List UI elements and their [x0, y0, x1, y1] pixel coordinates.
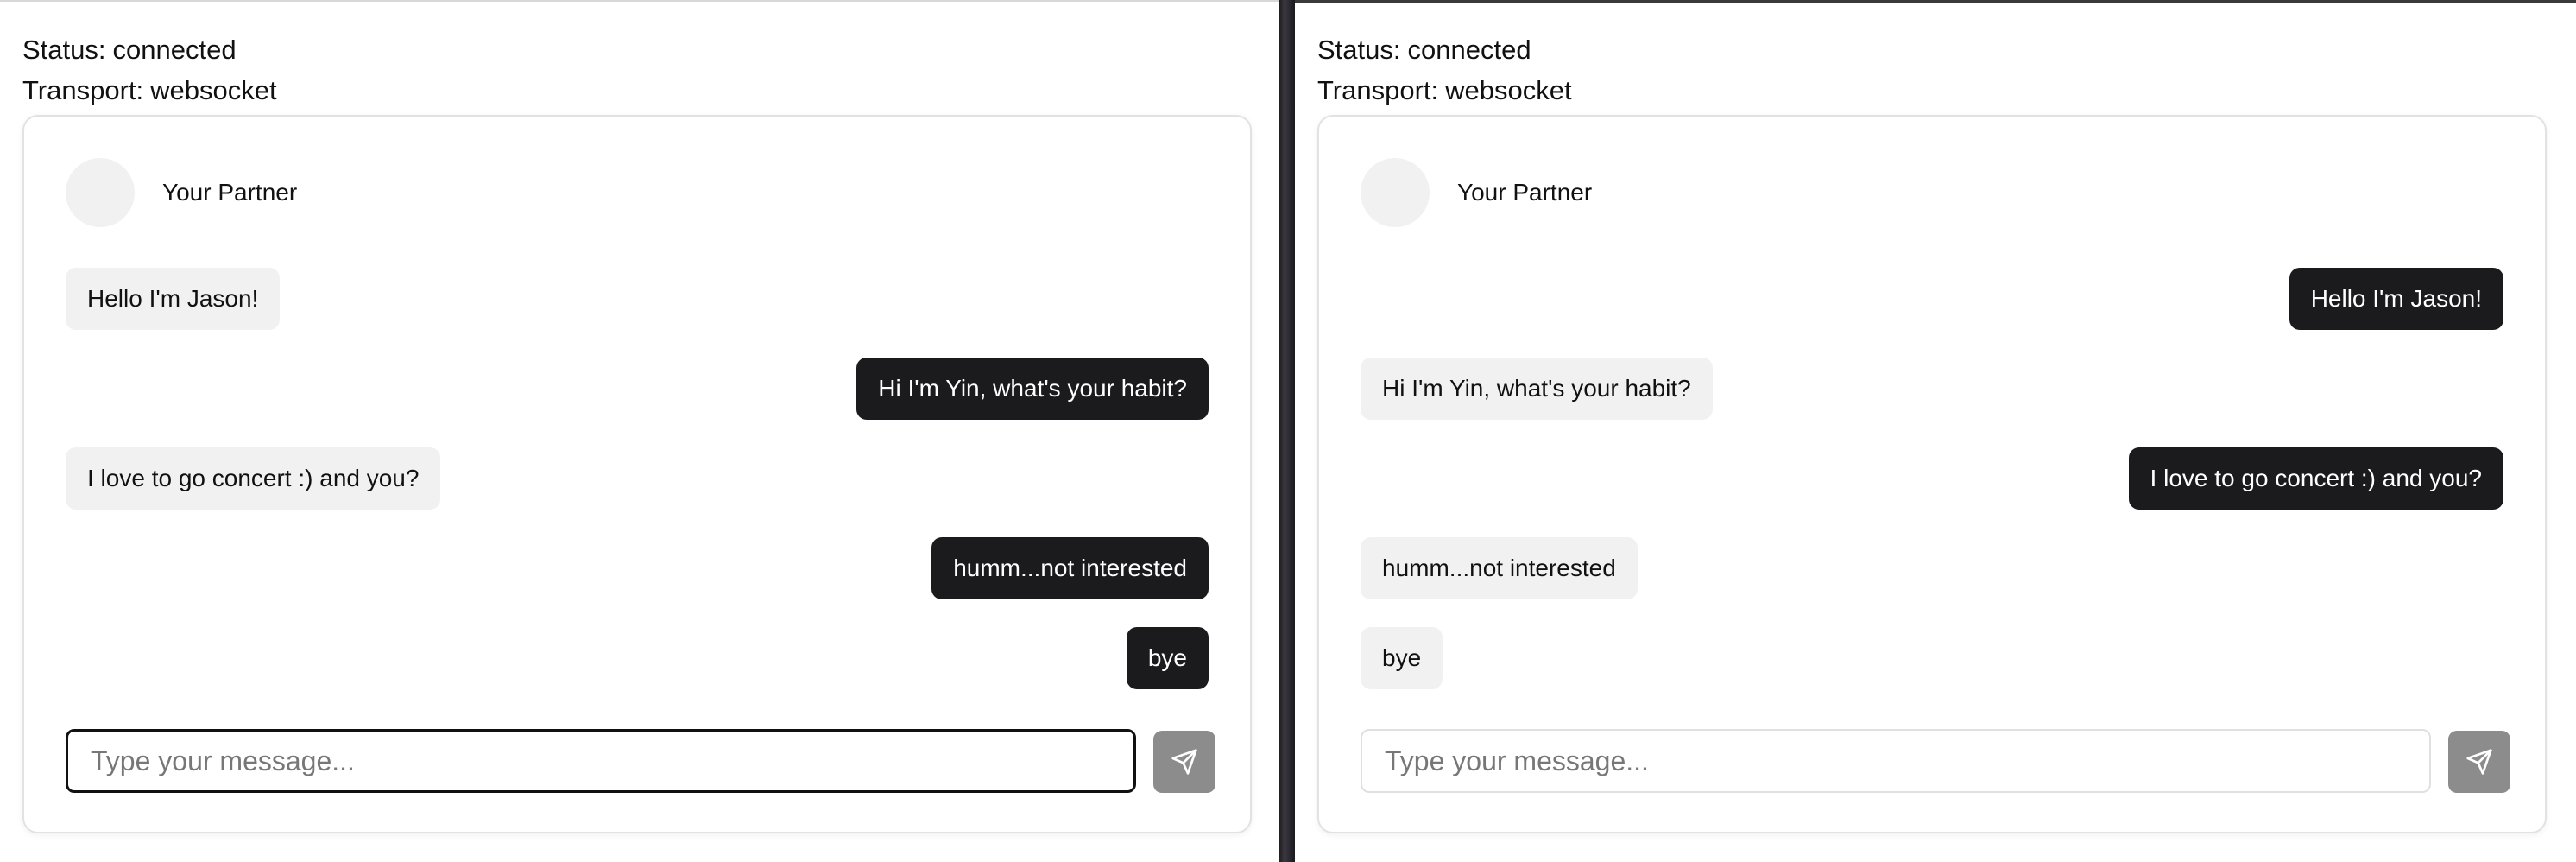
send-icon: [2466, 749, 2492, 775]
chat-message: humm...not interested: [1361, 537, 1638, 599]
partner-name: Your Partner: [162, 179, 298, 206]
send-button[interactable]: [2448, 731, 2510, 793]
message-input[interactable]: [66, 729, 1136, 793]
send-button[interactable]: [1153, 731, 1215, 793]
status-value: connected: [112, 35, 237, 65]
transport-value: websocket: [150, 75, 277, 105]
status-label: Status:: [1317, 35, 1401, 65]
chat-message: bye: [1126, 627, 1209, 689]
chat-message: bye: [1361, 627, 1443, 689]
partner-name: Your Partner: [1457, 179, 1593, 206]
connection-status: Status: connected: [22, 35, 237, 66]
chat-window-left: Status: connected Transport: websocket You…: [0, 0, 1279, 862]
send-icon: [1171, 749, 1197, 775]
transport-value: websocket: [1445, 75, 1572, 105]
chat-message: humm...not interested: [931, 537, 1209, 599]
chat-card: Your Partner Hello I'm Jason! Hi I'm Yin…: [1317, 115, 2547, 833]
chat-message: Hi I'm Yin, what's your habit?: [1361, 358, 1713, 420]
chat-message: I love to go concert :) and you?: [66, 447, 441, 510]
chat-window-right: Status: connected Transport: websocket You…: [1295, 0, 2576, 862]
transport-status: Transport: websocket: [22, 75, 277, 106]
chat-message: Hello I'm Jason!: [66, 268, 281, 330]
message-input[interactable]: [1361, 729, 2431, 793]
transport-label: Transport:: [1317, 75, 1439, 105]
connection-status: Status: connected: [1317, 35, 1531, 66]
status-value: connected: [1407, 35, 1531, 65]
chat-message: Hello I'm Jason!: [2289, 268, 2503, 330]
avatar: [1361, 158, 1430, 227]
chat-message: I love to go concert :) and you?: [2128, 447, 2503, 510]
transport-status: Transport: websocket: [1317, 75, 1572, 106]
chat-message: Hi I'm Yin, what's your habit?: [856, 358, 1209, 420]
chat-card: Your Partner Hello I'm Jason! Hi I'm Yin…: [22, 115, 1252, 833]
desktop-divider: [1279, 0, 1295, 862]
avatar: [66, 158, 135, 227]
status-label: Status:: [22, 35, 106, 65]
transport-label: Transport:: [22, 75, 144, 105]
